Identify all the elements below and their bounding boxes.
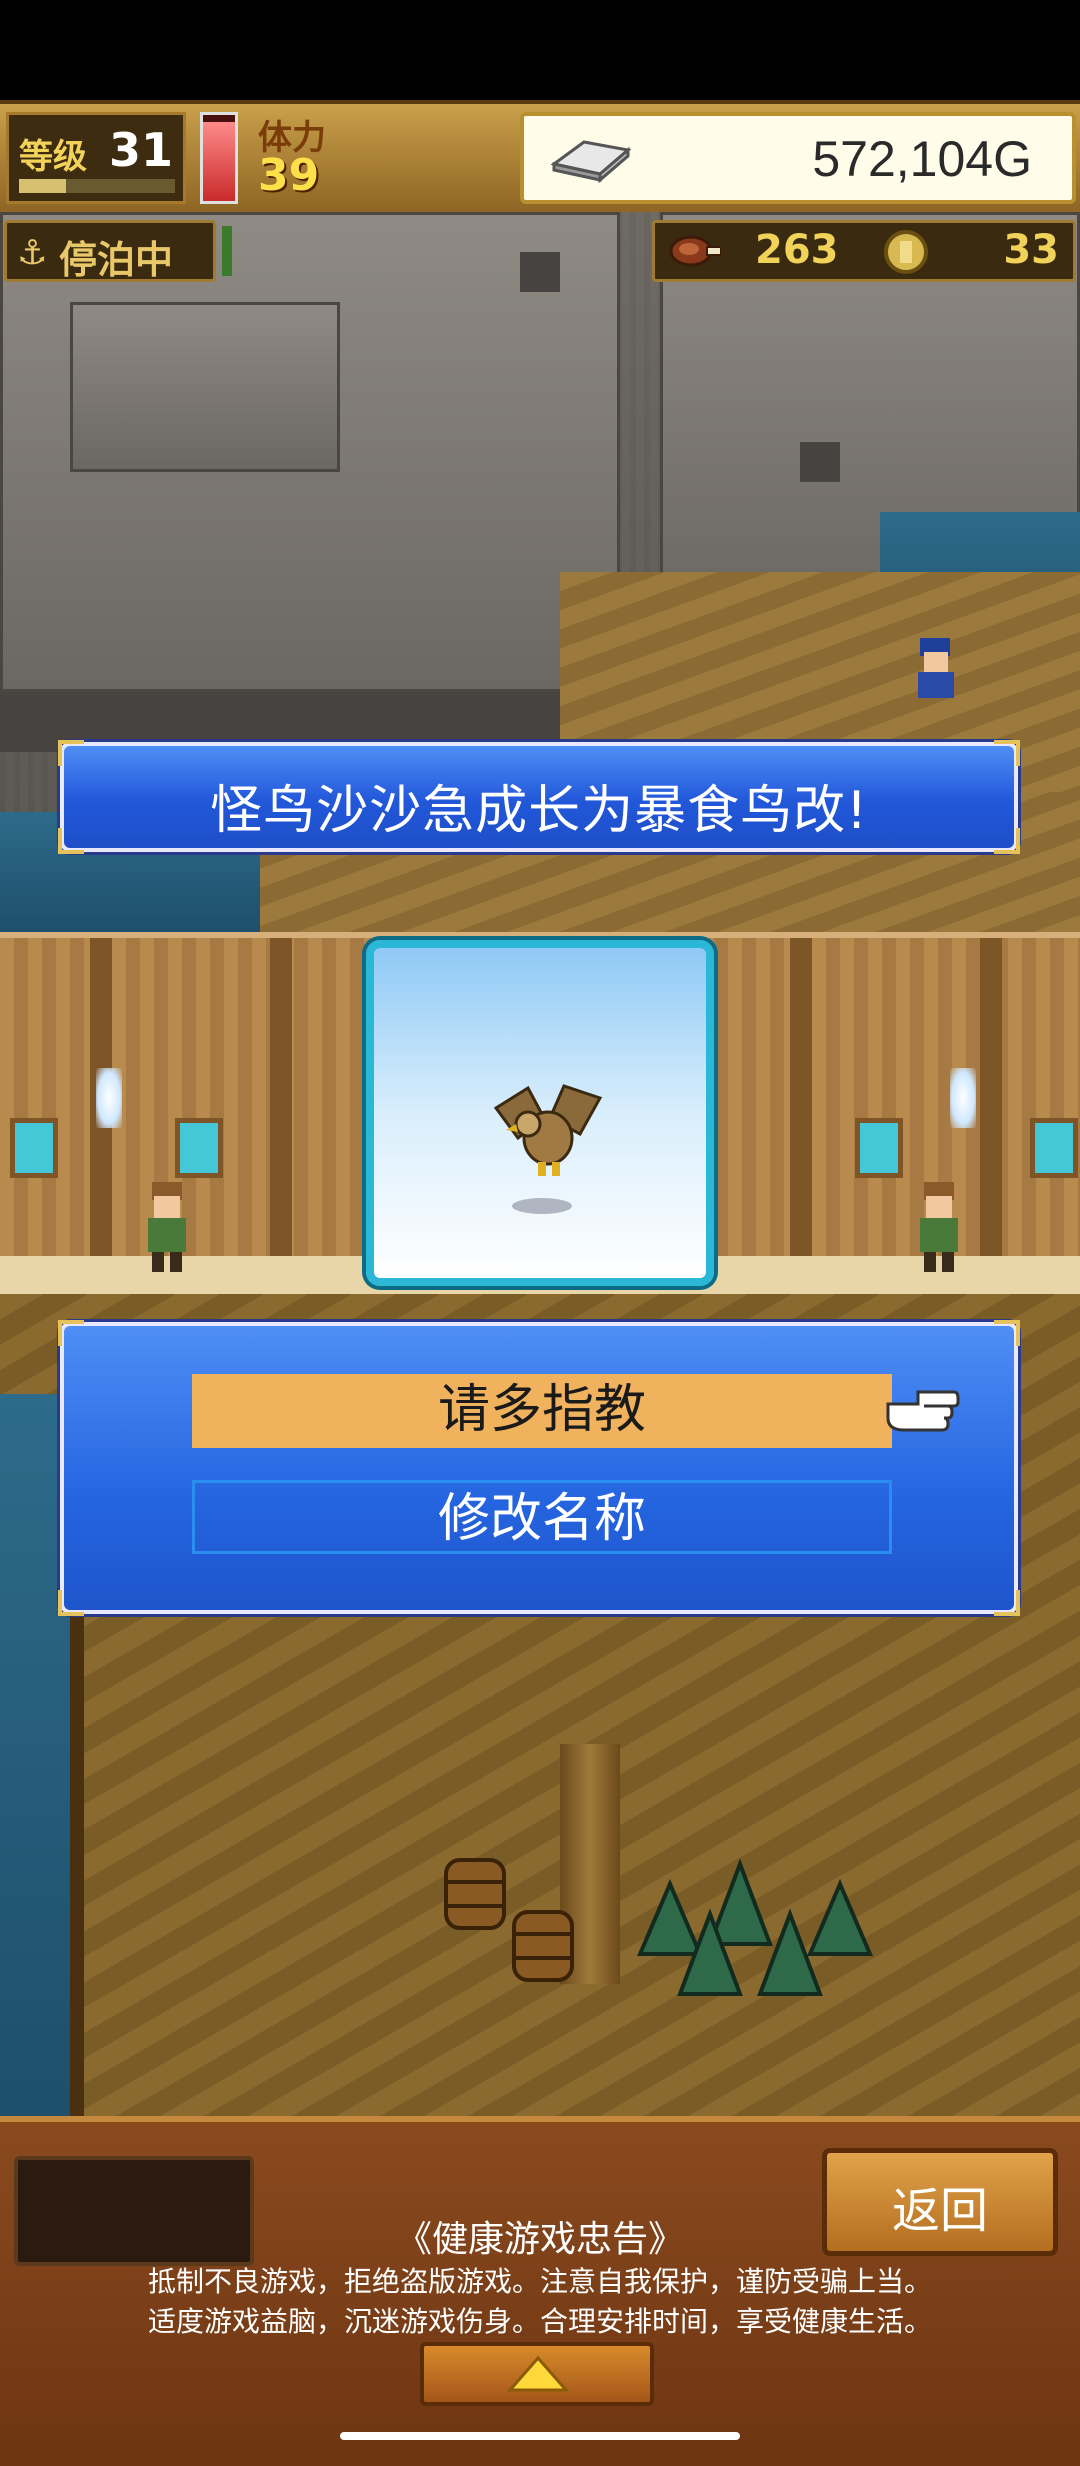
food-value: 263 bbox=[755, 227, 839, 273]
anchor-status-text: 停泊中 bbox=[59, 238, 174, 282]
eagle-shadow bbox=[512, 1198, 572, 1214]
choice-menu: 请多指教 修改名称 bbox=[58, 1320, 1020, 1616]
growth-message-text: 怪鸟沙沙急成长为暴食鸟改! bbox=[210, 781, 868, 841]
banner-corner-ornament bbox=[58, 740, 84, 766]
cabin-beam bbox=[270, 938, 292, 1300]
silver-ingot-icon bbox=[550, 140, 632, 184]
resources-panel: 263 33 bbox=[652, 220, 1076, 282]
level-panel: 等级 31 bbox=[6, 112, 186, 204]
anchor-status-indicator bbox=[222, 226, 232, 276]
menu-corner-ornament bbox=[58, 1590, 84, 1616]
choice-rename-button[interactable]: 修改名称 bbox=[192, 1480, 892, 1554]
cabin-window bbox=[10, 1118, 58, 1178]
cabin-lamp bbox=[950, 1068, 976, 1128]
bird-portrait-frame bbox=[366, 940, 714, 1286]
cabin-beam bbox=[980, 938, 1002, 1300]
barrel-icon bbox=[512, 1910, 574, 1982]
banner-corner-ornament bbox=[994, 740, 1020, 766]
level-progress-bar bbox=[19, 179, 175, 193]
cabin-window bbox=[175, 1118, 223, 1178]
bottom-panel: 返回 《健康游戏忠告》 抵制不良游戏，拒绝盗版游戏。注意自我保护，谨防受骗上当。… bbox=[0, 2116, 1080, 2466]
barrel-icon bbox=[444, 1858, 506, 1930]
top-status-bar: 等级 31 体力 39 572,104G bbox=[0, 100, 1080, 216]
stamina-value: 39 bbox=[258, 150, 320, 201]
level-progress-fill bbox=[19, 179, 66, 193]
cabin-window bbox=[855, 1118, 903, 1178]
home-indicator[interactable] bbox=[340, 2432, 740, 2440]
level-value: 31 bbox=[109, 123, 174, 177]
health-notice-title: 《健康游戏忠告》 bbox=[395, 2219, 684, 2260]
money-value: 572,104G bbox=[812, 131, 1032, 187]
sailor-sprite bbox=[918, 638, 954, 698]
fortress-window bbox=[520, 252, 560, 292]
crew-member-sprite bbox=[920, 1182, 958, 1272]
medal-value: 33 bbox=[1003, 227, 1059, 273]
medal-coin-icon bbox=[884, 230, 928, 274]
health-notice-line: 抵制不良游戏，拒绝盗版游戏。注意自我保护，谨防受骗上当。 bbox=[147, 2265, 932, 2298]
cabin-lamp bbox=[96, 1068, 122, 1128]
growth-message-banner: 怪鸟沙沙急成长为暴食鸟改! bbox=[58, 740, 1020, 854]
health-notice-line: 适度游戏益脑，沉迷游戏伤身。合理安排时间，享受健康生活。 bbox=[147, 2305, 932, 2338]
menu-corner-ornament bbox=[58, 1320, 84, 1346]
meat-icon bbox=[669, 235, 721, 267]
menu-corner-ornament bbox=[994, 1320, 1020, 1346]
crew-member-sprite bbox=[148, 1182, 186, 1272]
fortress-window bbox=[800, 442, 840, 482]
anchor-status-badge: ⚓ 停泊中 bbox=[4, 220, 216, 282]
choice-greet-button[interactable]: 请多指教 bbox=[192, 1374, 892, 1448]
triangle-up-icon bbox=[506, 2355, 570, 2392]
level-label: 等级 bbox=[19, 137, 87, 177]
hermit-crab-group-sprite bbox=[636, 1858, 874, 1996]
anchor-icon: ⚓ bbox=[17, 233, 48, 273]
money-panel: 572,104G bbox=[520, 112, 1076, 204]
pointing-hand-icon bbox=[886, 1390, 960, 1432]
menu-corner-ornament bbox=[994, 1590, 1020, 1616]
eagle-sprite-icon bbox=[493, 1084, 603, 1176]
stamina-gauge-fill bbox=[203, 121, 235, 201]
cabin-beam bbox=[790, 938, 812, 1300]
stamina-gauge bbox=[200, 112, 238, 204]
expand-menu-button[interactable] bbox=[420, 2342, 654, 2406]
fortress-courtyard bbox=[70, 302, 340, 472]
cabin-window bbox=[1030, 1118, 1078, 1178]
